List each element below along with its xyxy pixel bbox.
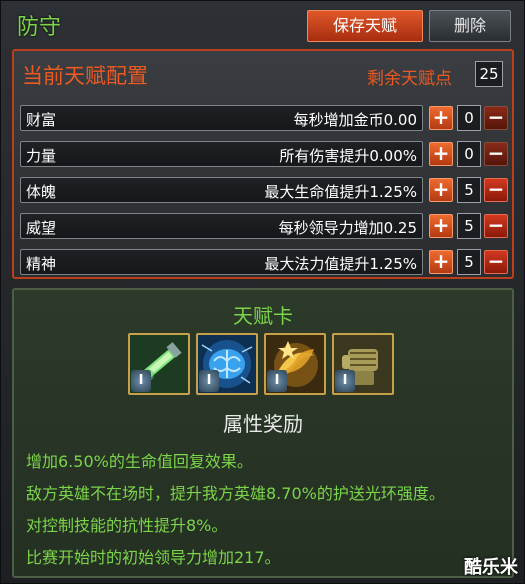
remaining-points-value: 25 — [475, 61, 503, 87]
decrease-button[interactable]: − — [484, 214, 508, 238]
attribute-desc: 所有伤害提升0.00% — [279, 147, 417, 165]
increase-button[interactable]: + — [429, 178, 453, 202]
swirl-gold-icon[interactable]: I — [264, 333, 326, 395]
attribute-name: 精神 — [26, 255, 57, 273]
attribute-row-physique: 体魄 最大生命值提升1.25% + 5 − — [20, 177, 508, 203]
increase-button[interactable]: + — [429, 142, 453, 166]
save-talent-button[interactable]: 保存天赋 — [307, 10, 423, 42]
increase-button[interactable]: + — [429, 214, 453, 238]
bonus-title: 属性奖励 — [223, 412, 303, 436]
bonus-line: 对控制技能的抗性提升8%。 — [26, 516, 228, 535]
bonus-line: 增加6.50%的生命值回复效果。 — [26, 452, 253, 471]
config-title: 当前天赋配置 — [22, 64, 148, 88]
card-tier: I — [335, 370, 355, 392]
bonus-line: 比赛开始时的初始领导力增加217。 — [26, 548, 281, 567]
card-tier: I — [131, 370, 151, 392]
brain-icon[interactable]: I — [196, 333, 258, 395]
attribute-bar: 力量 所有伤害提升0.00% — [20, 141, 423, 167]
page-title: 防守 — [17, 15, 62, 40]
fist-icon[interactable]: I — [332, 333, 394, 395]
attribute-desc: 每秒领导力增加0.25 — [278, 219, 417, 237]
increase-button[interactable]: + — [429, 250, 453, 274]
remaining-points-label: 剩余天赋点 — [367, 69, 452, 89]
decrease-button[interactable]: − — [484, 250, 508, 274]
syringe-icon[interactable]: I — [128, 333, 190, 395]
card-tier: I — [199, 370, 219, 392]
attribute-value: 0 — [457, 141, 481, 167]
attribute-desc: 最大法力值提升1.25% — [264, 255, 417, 273]
attribute-name: 力量 — [26, 147, 57, 165]
attribute-value: 5 — [457, 177, 481, 203]
attribute-bar: 威望 每秒领导力增加0.25 — [20, 213, 423, 239]
attribute-value: 5 — [457, 249, 481, 275]
attribute-name: 威望 — [26, 219, 57, 237]
attribute-value: 0 — [457, 105, 481, 131]
watermark: 酷乐米 — [464, 557, 518, 578]
delete-button[interactable]: 删除 — [429, 10, 511, 42]
talent-card-panel: 天赋卡 I I I I 属性奖励 增加6.50%的生命值回复效果。 敌方英雄不在… — [12, 288, 514, 578]
attribute-row-wealth: 财富 每秒增加金币0.00 + 0 − — [20, 105, 508, 131]
card-tier: I — [267, 370, 287, 392]
talent-config-panel: 当前天赋配置 剩余天赋点 25 财富 每秒增加金币0.00 + 0 − 力量 所… — [12, 49, 514, 279]
talent-window: 防守 保存天赋 删除 当前天赋配置 剩余天赋点 25 财富 每秒增加金币0.00… — [0, 0, 525, 584]
card-panel-title: 天赋卡 — [233, 304, 293, 328]
decrease-button[interactable]: − — [484, 178, 508, 202]
attribute-bar: 体魄 最大生命值提升1.25% — [20, 177, 423, 203]
attribute-row-strength: 力量 所有伤害提升0.00% + 0 − — [20, 141, 508, 167]
attribute-desc: 最大生命值提升1.25% — [264, 183, 417, 201]
attribute-row-spirit: 精神 最大法力值提升1.25% + 5 − — [20, 249, 508, 275]
attribute-name: 财富 — [26, 111, 57, 129]
attribute-desc: 每秒增加金币0.00 — [293, 111, 417, 129]
attribute-bar: 精神 最大法力值提升1.25% — [20, 249, 423, 275]
attribute-bar: 财富 每秒增加金币0.00 — [20, 105, 423, 131]
bonus-line: 敌方英雄不在场时，提升我方英雄8.70%的护送光环强度。 — [26, 484, 445, 503]
attribute-value: 5 — [457, 213, 481, 239]
decrease-button[interactable]: − — [484, 142, 508, 166]
decrease-button[interactable]: − — [484, 106, 508, 130]
increase-button[interactable]: + — [429, 106, 453, 130]
attribute-row-prestige: 威望 每秒领导力增加0.25 + 5 − — [20, 213, 508, 239]
attribute-name: 体魄 — [26, 183, 57, 201]
